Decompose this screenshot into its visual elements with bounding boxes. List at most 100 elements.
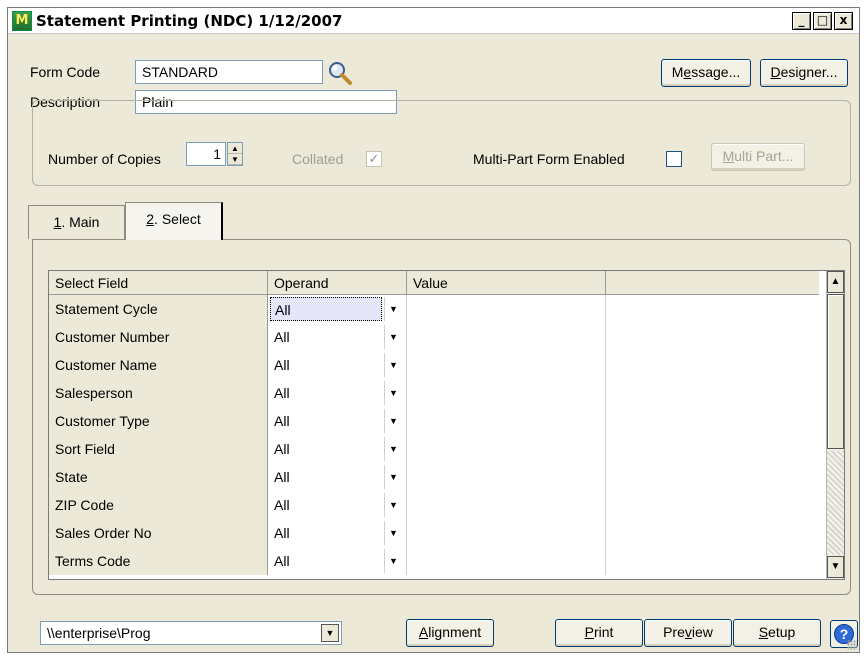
tab-select[interactable]: 2. Select: [125, 202, 223, 240]
title-bar: M Statement Printing (NDC) 1/12/2007 _ □…: [8, 8, 859, 34]
operand-cell[interactable]: All ▼: [268, 407, 407, 435]
scroll-thumb[interactable]: [827, 294, 844, 449]
chevron-down-icon[interactable]: ▼: [384, 437, 402, 461]
copies-label: Number of Copies: [48, 151, 161, 167]
value-cell[interactable]: [407, 323, 606, 351]
minimize-button[interactable]: _: [792, 12, 811, 30]
resize-grip-icon[interactable]: [847, 640, 857, 650]
spin-up-icon[interactable]: ▲: [228, 143, 242, 154]
chevron-down-icon[interactable]: ▼: [384, 549, 402, 573]
multipart-checkbox[interactable]: [666, 151, 682, 167]
operand-cell[interactable]: All ▼: [268, 295, 407, 323]
operand-cell[interactable]: All ▼: [268, 351, 407, 379]
print-button[interactable]: Print: [555, 619, 643, 647]
chevron-down-icon[interactable]: ▼: [384, 521, 402, 545]
scroll-down-icon[interactable]: ▼: [827, 556, 844, 578]
setup-label: etup: [768, 624, 796, 640]
value-cell[interactable]: [407, 491, 606, 519]
magnifier-icon[interactable]: [327, 60, 353, 86]
tab-main-label: . Main: [61, 214, 100, 230]
message-button[interactable]: Message...: [661, 59, 751, 87]
value-cell[interactable]: [407, 351, 606, 379]
operand-cell[interactable]: All ▼: [268, 519, 407, 547]
select-field-cell: Sort Field: [49, 435, 268, 463]
maximize-button[interactable]: □: [813, 12, 832, 30]
operand-cell[interactable]: All ▼: [268, 323, 407, 351]
table-row[interactable]: State All ▼: [49, 463, 819, 491]
tab-select-hotkey: 2: [146, 211, 155, 227]
operand-value[interactable]: All: [270, 465, 382, 489]
column-header-operand[interactable]: Operand: [268, 271, 407, 295]
operand-value[interactable]: All: [270, 297, 382, 321]
operand-cell[interactable]: All ▼: [268, 463, 407, 491]
window-title: Statement Printing (NDC) 1/12/2007: [36, 12, 343, 30]
table-row[interactable]: Sales Order No All ▼: [49, 519, 819, 547]
grid-vertical-scrollbar[interactable]: ▲ ▼: [826, 271, 844, 579]
printer-select[interactable]: \\enterprise\Prog ▼: [40, 621, 342, 645]
form-code-field[interactable]: STANDARD: [135, 60, 323, 84]
tab-main[interactable]: 1. Main: [28, 205, 125, 239]
column-header-value[interactable]: Value: [407, 271, 606, 295]
value-cell[interactable]: [407, 519, 606, 547]
chevron-down-icon[interactable]: ▼: [384, 493, 402, 517]
select-field-cell: Customer Name: [49, 351, 268, 379]
chevron-down-icon[interactable]: ▼: [384, 465, 402, 489]
copies-field[interactable]: 1: [186, 142, 226, 166]
preview-button[interactable]: Preview: [644, 619, 732, 647]
value-cell[interactable]: [407, 407, 606, 435]
operand-cell[interactable]: All ▼: [268, 379, 407, 407]
operand-value[interactable]: All: [270, 353, 382, 377]
table-row[interactable]: Statement Cycle All ▼: [49, 295, 819, 323]
collated-checkbox[interactable]: ✓: [366, 151, 382, 167]
value-cell[interactable]: [407, 295, 606, 323]
designer-button[interactable]: Designer...: [760, 59, 848, 87]
multi-part-button[interactable]: Multi Part...: [711, 143, 805, 171]
value-cell[interactable]: [407, 379, 606, 407]
operand-cell[interactable]: All ▼: [268, 547, 407, 575]
chevron-down-icon[interactable]: ▼: [384, 353, 402, 377]
value-cell[interactable]: [407, 547, 606, 575]
value-cell[interactable]: [407, 463, 606, 491]
operand-value[interactable]: All: [270, 381, 382, 405]
alignment-label: lignment: [428, 624, 482, 640]
table-row[interactable]: Customer Type All ▼: [49, 407, 819, 435]
blank-cell: [606, 463, 819, 491]
table-row[interactable]: Sort Field All ▼: [49, 435, 819, 463]
table-row[interactable]: Terms Code All ▼: [49, 547, 819, 575]
table-row[interactable]: ZIP Code All ▼: [49, 491, 819, 519]
table-row[interactable]: Salesperson All ▼: [49, 379, 819, 407]
chevron-down-icon[interactable]: ▼: [384, 325, 402, 349]
table-row[interactable]: Customer Name All ▼: [49, 351, 819, 379]
value-cell[interactable]: [407, 435, 606, 463]
setup-button[interactable]: Setup: [733, 619, 821, 647]
scroll-up-icon[interactable]: ▲: [827, 271, 844, 293]
preview-hotkey: v: [684, 624, 692, 640]
operand-value[interactable]: All: [270, 325, 382, 349]
chevron-down-icon[interactable]: ▼: [384, 409, 402, 433]
message-button-label-b: ssage...: [691, 64, 741, 80]
operand-value[interactable]: All: [270, 437, 382, 461]
operand-cell[interactable]: All ▼: [268, 435, 407, 463]
select-field-cell: Customer Number: [49, 323, 268, 351]
table-row[interactable]: Customer Number All ▼: [49, 323, 819, 351]
chevron-down-icon[interactable]: ▼: [384, 297, 402, 321]
operand-cell[interactable]: All ▼: [268, 491, 407, 519]
spin-down-icon[interactable]: ▼: [228, 154, 242, 165]
selection-grid[interactable]: Select Field Operand Value Statement Cyc…: [48, 270, 845, 580]
grid-header: Select Field Operand Value: [49, 271, 819, 295]
operand-value[interactable]: All: [270, 549, 382, 573]
printer-path-value: \\enterprise\Prog: [47, 625, 151, 641]
operand-value[interactable]: All: [270, 409, 382, 433]
column-header-select-field[interactable]: Select Field: [49, 271, 268, 295]
operand-value[interactable]: All: [270, 493, 382, 517]
blank-cell: [606, 519, 819, 547]
chevron-down-icon[interactable]: ▼: [321, 624, 339, 642]
scroll-track[interactable]: [827, 451, 844, 555]
select-field-cell: Salesperson: [49, 379, 268, 407]
copies-spinner[interactable]: ▲ ▼: [227, 142, 243, 166]
operand-value[interactable]: All: [270, 521, 382, 545]
app-icon: M: [12, 11, 32, 31]
close-button[interactable]: x: [834, 12, 853, 30]
alignment-button[interactable]: Alignment: [406, 619, 494, 647]
chevron-down-icon[interactable]: ▼: [384, 381, 402, 405]
